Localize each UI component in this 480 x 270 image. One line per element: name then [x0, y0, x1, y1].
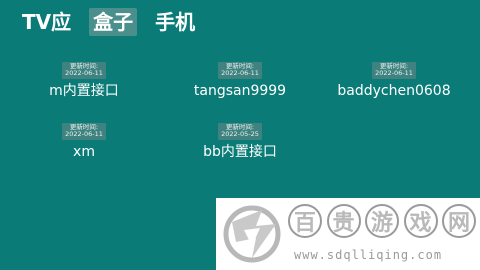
watermark-title: 百 贵 游 戏 网 [288, 204, 476, 238]
watermark-char: 百 [288, 204, 322, 238]
update-time-badge: 更新时间: 2022-06-11 [62, 61, 106, 79]
source-name: m内置接口 [49, 83, 119, 99]
update-date: 2022-06-11 [221, 69, 259, 77]
source-name: tangsan9999 [193, 83, 287, 99]
source-name: xm [73, 144, 95, 160]
update-time-badge: 更新时间: 2022-06-11 [372, 61, 416, 79]
tab-box[interactable]: 盒子 [89, 8, 138, 36]
top-tabs: TV应 盒子 手机 [18, 8, 213, 36]
update-date: 2022-06-11 [375, 69, 413, 77]
tab-tv[interactable]: TV应 [18, 8, 75, 36]
update-time-badge: 更新时间: 2022-05-25 [218, 122, 262, 140]
source-item-xm[interactable]: 更新时间: 2022-06-11 xm [24, 121, 144, 161]
update-date: 2022-05-25 [221, 130, 259, 138]
watermark-url: www.sdqlliqing.com [294, 248, 443, 262]
source-item-baddychen[interactable]: 更新时间: 2022-06-11 baddychen0608 [334, 60, 454, 100]
update-time-badge: 更新时间: 2022-06-11 [218, 61, 262, 79]
update-date: 2022-06-11 [65, 69, 103, 77]
tab-phone[interactable]: 手机 [151, 8, 199, 36]
source-name: baddychen0608 [337, 83, 451, 99]
update-date: 2022-06-11 [65, 130, 103, 138]
update-time-badge: 更新时间: 2022-06-11 [62, 122, 106, 140]
watermark-char: 戏 [403, 204, 438, 238]
source-item-m[interactable]: 更新时间: 2022-06-11 m内置接口 [24, 60, 144, 100]
source-name: bb内置接口 [203, 144, 277, 160]
watermark-logo-icon [223, 205, 281, 263]
source-item-bb[interactable]: 更新时间: 2022-05-25 bb内置接口 [180, 121, 300, 161]
watermark-char: 贵 [326, 204, 361, 238]
watermark-char: 游 [365, 204, 399, 238]
site-watermark: 百 贵 游 戏 网 www.sdqlliqing.com [216, 198, 480, 270]
watermark-char: 网 [442, 204, 476, 238]
source-item-tangsan[interactable]: 更新时间: 2022-06-11 tangsan9999 [180, 60, 300, 100]
